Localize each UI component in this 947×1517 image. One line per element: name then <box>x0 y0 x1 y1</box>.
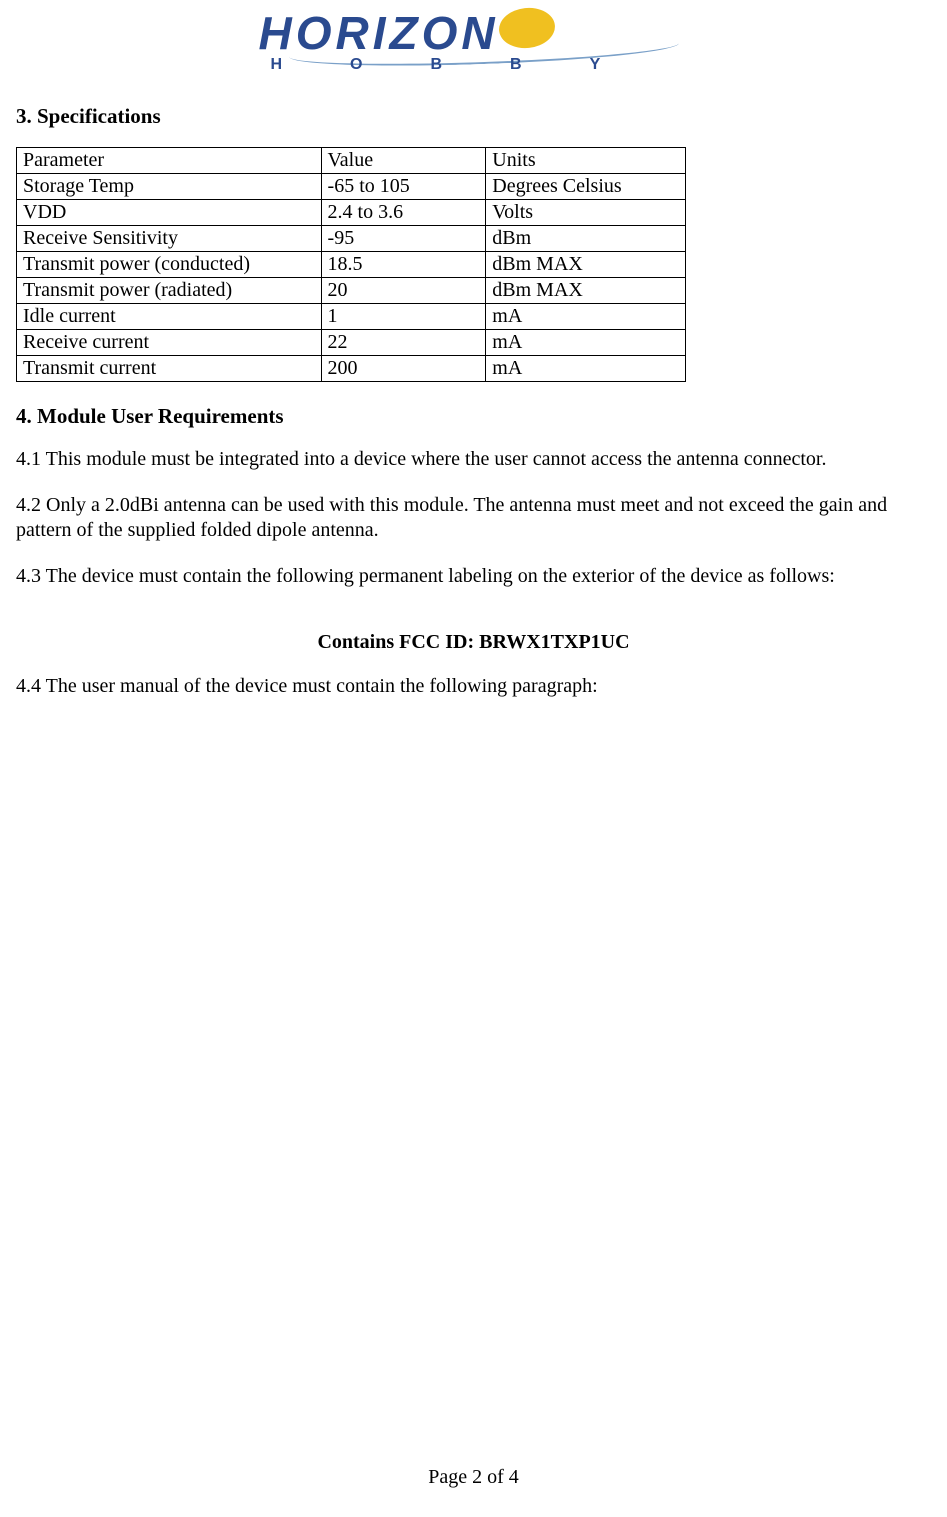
th-units: Units <box>486 148 686 174</box>
cell-value: 200 <box>321 356 486 382</box>
th-parameter: Parameter <box>17 148 322 174</box>
horizon-hobby-logo: HORIZON HOBBY <box>259 6 689 76</box>
cell-units: mA <box>486 356 686 382</box>
cell-param: Transmit power (radiated) <box>17 278 322 304</box>
cell-value: -95 <box>321 226 486 252</box>
cell-param: Transmit power (conducted) <box>17 252 322 278</box>
cell-value: 18.5 <box>321 252 486 278</box>
table-row: VDD 2.4 to 3.6 Volts <box>17 200 686 226</box>
heading-module-user-requirements: 4. Module User Requirements <box>16 404 931 429</box>
cell-value: 20 <box>321 278 486 304</box>
cell-units: mA <box>486 330 686 356</box>
table-row: Receive Sensitivity -95 dBm <box>17 226 686 252</box>
table-row: Idle current 1 mA <box>17 304 686 330</box>
cell-value: 1 <box>321 304 486 330</box>
cell-param: Idle current <box>17 304 322 330</box>
cell-param: Transmit current <box>17 356 322 382</box>
cell-units: Degrees Celsius <box>486 174 686 200</box>
table-row: Transmit power (conducted) 18.5 dBm MAX <box>17 252 686 278</box>
paragraph-4-3: 4.3 The device must contain the followin… <box>16 564 931 590</box>
cell-units: Volts <box>486 200 686 226</box>
fcc-id-label: Contains FCC ID: BRWX1TXP1UC <box>16 631 931 654</box>
cell-units: dBm MAX <box>486 252 686 278</box>
cell-units: dBm MAX <box>486 278 686 304</box>
th-value: Value <box>321 148 486 174</box>
page-footer: Page 2 of 4 <box>0 1466 947 1489</box>
cell-param: VDD <box>17 200 322 226</box>
cell-value: 22 <box>321 330 486 356</box>
table-header-row: Parameter Value Units <box>17 148 686 174</box>
cell-param: Receive Sensitivity <box>17 226 322 252</box>
table-row: Storage Temp -65 to 105 Degrees Celsius <box>17 174 686 200</box>
specifications-table: Parameter Value Units Storage Temp -65 t… <box>16 147 686 382</box>
cell-value: -65 to 105 <box>321 174 486 200</box>
paragraph-4-2: 4.2 Only a 2.0dBi antenna can be used wi… <box>16 493 931 544</box>
paragraph-4-4: 4.4 The user manual of the device must c… <box>16 674 931 700</box>
paragraph-4-1: 4.1 This module must be integrated into … <box>16 447 931 473</box>
cell-units: mA <box>486 304 686 330</box>
cell-param: Storage Temp <box>17 174 322 200</box>
table-row: Receive current 22 mA <box>17 330 686 356</box>
cell-units: dBm <box>486 226 686 252</box>
heading-specifications: 3. Specifications <box>16 104 931 129</box>
table-row: Transmit power (radiated) 20 dBm MAX <box>17 278 686 304</box>
logo-subtext: HOBBY <box>271 56 669 74</box>
cell-param: Receive current <box>17 330 322 356</box>
logo-wrap: HORIZON HOBBY <box>16 6 931 76</box>
cell-value: 2.4 to 3.6 <box>321 200 486 226</box>
table-row: Transmit current 200 mA <box>17 356 686 382</box>
